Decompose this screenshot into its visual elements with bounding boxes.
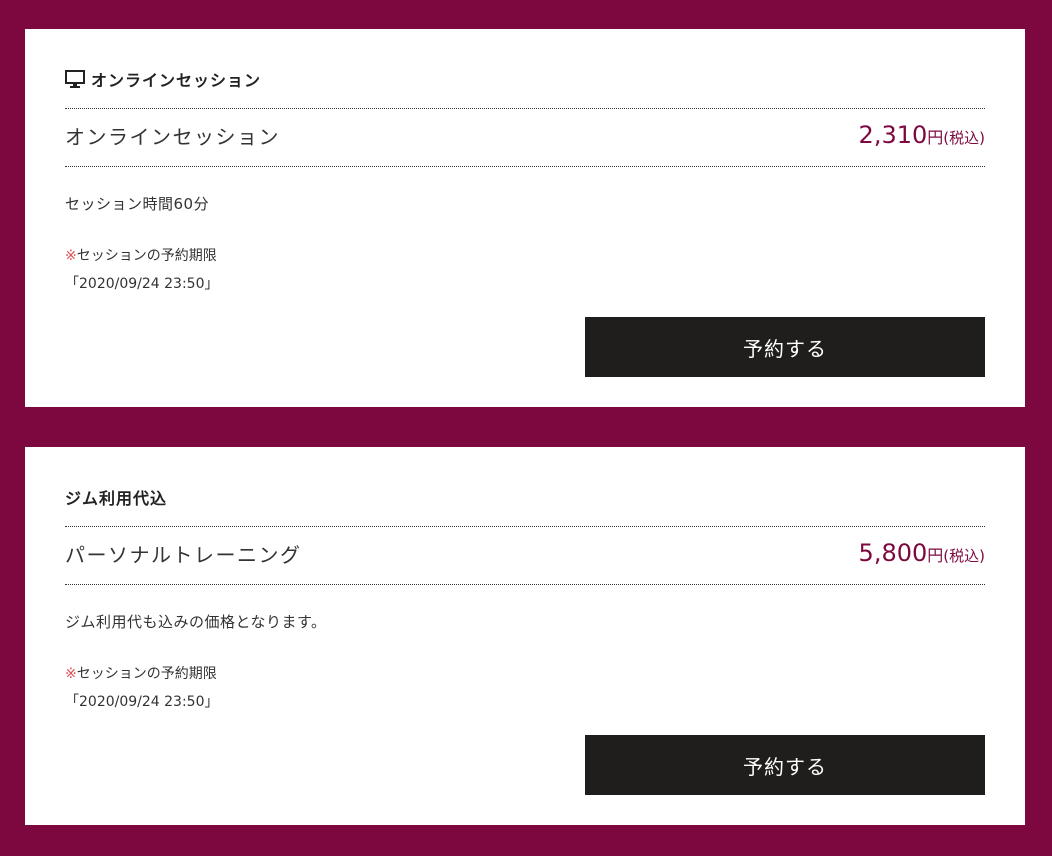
- plan-price: 5,800円(税込): [859, 539, 985, 567]
- plan-category-label: オンラインセッション: [91, 71, 262, 90]
- monitor-icon: [65, 69, 85, 89]
- plan-card-personal-training: ジム利用代込 パーソナルトレーニング 5,800円(税込) ジム利用代も込みの価…: [25, 447, 1025, 825]
- plan-description: ジム利用代も込みの価格となります。: [65, 613, 327, 631]
- deadline-value: 「2020/09/24 23:50」: [65, 276, 219, 292]
- plan-category: ジム利用代込: [65, 485, 167, 509]
- plan-category-label: ジム利用代込: [65, 489, 168, 508]
- plan-price: 2,310円(税込): [859, 121, 985, 149]
- reserve-button[interactable]: 予約する: [585, 317, 985, 377]
- plan-card-online-session: オンラインセッション オンラインセッション 2,310円(税込) セッション時間…: [25, 29, 1025, 407]
- price-tax-note: (税込): [943, 129, 985, 147]
- price-currency: 円: [927, 546, 944, 565]
- price-amount: 5,800: [858, 539, 928, 567]
- price-amount: 2,310: [858, 121, 928, 149]
- divider: [65, 108, 985, 109]
- plan-name: オンラインセッション: [65, 125, 280, 149]
- price-tax-note: (税込): [943, 547, 985, 565]
- deadline-label-text: セッションの予約期限: [76, 666, 217, 682]
- note-mark: ※: [65, 248, 77, 264]
- plan-description: セッション時間60分: [65, 195, 210, 213]
- reserve-button[interactable]: 予約する: [585, 735, 985, 795]
- price-currency: 円: [927, 128, 944, 147]
- deadline-value: 「2020/09/24 23:50」: [65, 694, 219, 710]
- divider: [65, 584, 985, 585]
- divider: [65, 526, 985, 527]
- deadline-label: ※セッションの予約期限: [65, 245, 217, 265]
- plan-name: パーソナルトレーニング: [65, 543, 302, 567]
- deadline-label-text: セッションの予約期限: [76, 248, 217, 264]
- deadline-label: ※セッションの予約期限: [65, 663, 217, 683]
- plan-category: オンラインセッション: [65, 67, 261, 91]
- page: { "colors": { "background": "#7d0840", "…: [0, 0, 1052, 856]
- divider: [65, 166, 985, 167]
- note-mark: ※: [65, 666, 77, 682]
